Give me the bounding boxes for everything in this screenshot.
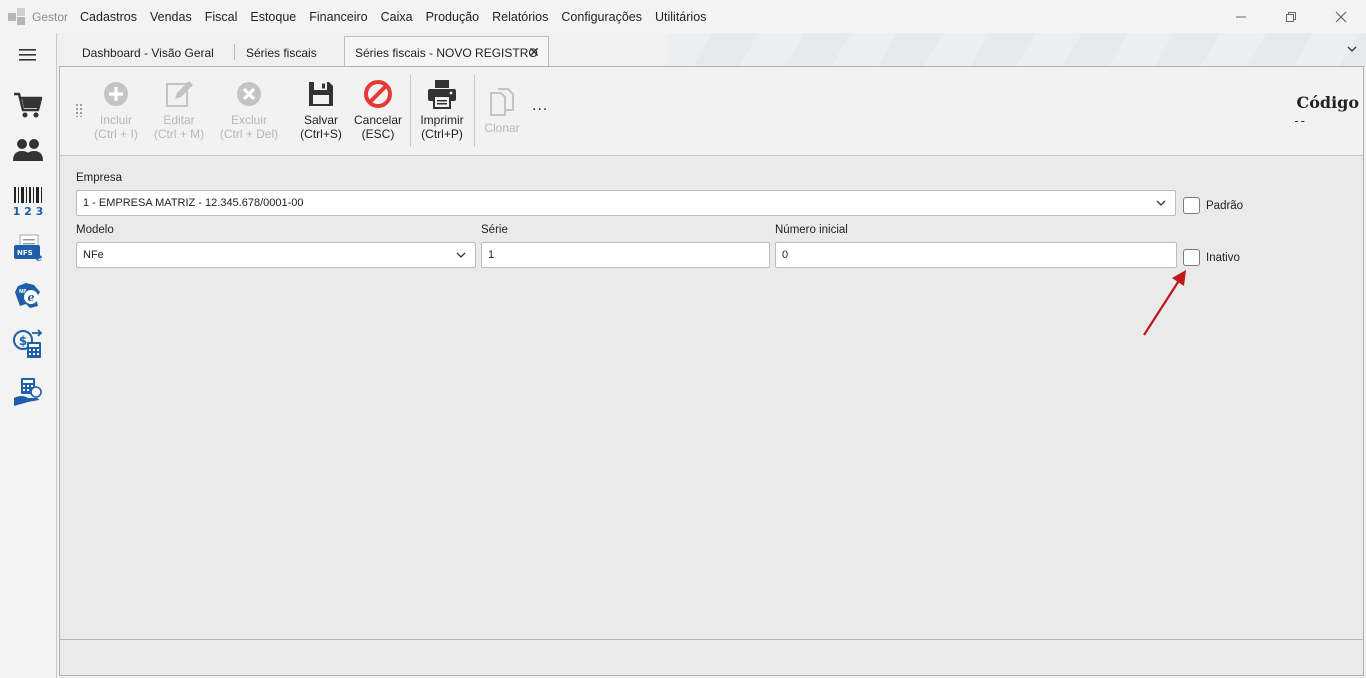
menu-fiscal[interactable]: Fiscal bbox=[205, 10, 238, 24]
nfe-icon: e NF bbox=[15, 283, 40, 308]
empresa-select[interactable]: 1 - EMPRESA MATRIZ - 12.345.678/0001-00 bbox=[76, 190, 1176, 216]
barcode-icon: 1 2 3 bbox=[13, 187, 44, 217]
incluir-button[interactable]: Incluir (Ctrl + I) bbox=[92, 79, 140, 141]
numero-inicial-value: 0 bbox=[782, 249, 789, 261]
hamburger-menu-icon bbox=[19, 49, 36, 61]
chevron-down-icon bbox=[1156, 200, 1166, 206]
padrao-checkbox[interactable] bbox=[1183, 197, 1200, 214]
money-calculator-icon: $ bbox=[13, 329, 43, 358]
menu-financeiro[interactable]: Financeiro bbox=[309, 10, 367, 24]
main-panel: Incluir (Ctrl + I) Editar (Ctrl + M) Exc… bbox=[59, 66, 1364, 676]
numero-inicial-label: Número inicial bbox=[775, 224, 848, 236]
inativo-label: Inativo bbox=[1206, 251, 1240, 264]
sidebar-item-caixa[interactable] bbox=[8, 372, 48, 412]
tab-series-fiscais-novo-registro[interactable]: Séries fiscais - NOVO REGISTRO ✕ bbox=[344, 36, 549, 68]
toolbar-separator bbox=[474, 75, 475, 147]
empresa-value: 1 - EMPRESA MATRIZ - 12.345.678/0001-00 bbox=[83, 197, 304, 209]
chevron-down-icon bbox=[456, 252, 466, 258]
tab-label: Séries fiscais - NOVO REGISTRO bbox=[355, 45, 538, 60]
annotation-arrow-icon bbox=[1143, 270, 1186, 336]
tab-dashboard[interactable]: Dashboard - Visão Geral bbox=[72, 38, 235, 67]
menu-producao[interactable]: Produção bbox=[426, 10, 480, 24]
x-circle-icon bbox=[237, 82, 261, 106]
people-icon bbox=[13, 139, 43, 161]
cancelar-button[interactable]: Cancelar (ESC) bbox=[352, 79, 404, 141]
app-name: Gestor bbox=[32, 9, 69, 24]
cart-icon bbox=[14, 92, 43, 118]
svg-text:NF: NF bbox=[19, 289, 27, 295]
plus-circle-icon bbox=[104, 82, 128, 106]
sidebar-item-vendas[interactable] bbox=[8, 85, 48, 125]
tab-bar: Dashboard - Visão Geral Séries fiscais S… bbox=[57, 33, 1366, 68]
edit-icon bbox=[166, 81, 193, 107]
more-options-button[interactable]: ... bbox=[532, 97, 548, 115]
sidebar-menu-button[interactable] bbox=[8, 35, 48, 75]
modelo-value: NFe bbox=[83, 249, 104, 261]
sidebar-item-financeiro[interactable]: $ bbox=[8, 324, 48, 364]
save-icon bbox=[309, 82, 333, 106]
printer-icon bbox=[428, 80, 456, 109]
tab-series-fiscais[interactable]: Séries fiscais bbox=[236, 38, 344, 67]
minimize-button[interactable] bbox=[1216, 0, 1266, 33]
padrao-label: Padrão bbox=[1206, 199, 1244, 212]
codigo-value: -- bbox=[1294, 113, 1307, 128]
menu-estoque[interactable]: Estoque bbox=[250, 10, 296, 24]
sidebar-item-nfe[interactable]: e NF bbox=[8, 276, 48, 316]
inativo-checkbox-group: Inativo bbox=[1183, 249, 1240, 266]
svg-text:1 2 3: 1 2 3 bbox=[13, 205, 44, 217]
toolbar-separator bbox=[410, 75, 411, 147]
menu-relatorios[interactable]: Relatórios bbox=[492, 10, 548, 24]
copy-icon bbox=[490, 88, 514, 116]
hand-calculator-icon bbox=[14, 378, 42, 406]
chevron-down-icon bbox=[1347, 46, 1357, 52]
modelo-label: Modelo bbox=[76, 224, 114, 236]
app-logo-icon bbox=[8, 7, 26, 26]
svg-text:$: $ bbox=[19, 334, 27, 348]
tab-separator bbox=[227, 44, 235, 60]
tab-label: Dashboard - Visão Geral bbox=[82, 45, 214, 60]
salvar-button[interactable]: Salvar (Ctrl+S) bbox=[296, 79, 346, 141]
empresa-label: Empresa bbox=[76, 172, 123, 184]
restore-button[interactable] bbox=[1266, 0, 1316, 33]
svg-text:NFS: NFS bbox=[17, 249, 33, 257]
sidebar-item-nfse[interactable]: NFS e bbox=[8, 229, 48, 269]
editar-button[interactable]: Editar (Ctrl + M) bbox=[151, 79, 207, 141]
toolbar: Incluir (Ctrl + I) Editar (Ctrl + M) Exc… bbox=[60, 67, 1363, 156]
imprimir-button[interactable]: Imprimir (Ctrl+P) bbox=[416, 79, 468, 141]
minimize-icon bbox=[1236, 16, 1246, 17]
tab-list-dropdown[interactable] bbox=[1346, 43, 1358, 57]
clonar-button[interactable]: Clonar bbox=[480, 79, 524, 135]
menu-caixa[interactable]: Caixa bbox=[381, 10, 413, 24]
sidebar: 1 2 3 NFS e e NF $ bbox=[0, 33, 57, 678]
numero-inicial-input[interactable]: 0 bbox=[775, 242, 1177, 268]
cancel-icon bbox=[364, 80, 392, 108]
tab-close-icon[interactable]: ✕ bbox=[528, 44, 540, 61]
inativo-checkbox[interactable] bbox=[1183, 249, 1200, 266]
svg-text:e: e bbox=[28, 291, 35, 304]
svg-text:e: e bbox=[36, 253, 42, 264]
status-bar bbox=[60, 639, 1363, 675]
close-window-button[interactable] bbox=[1316, 0, 1366, 33]
padrao-checkbox-group: Padrão bbox=[1183, 197, 1243, 214]
menu-cadastros[interactable]: Cadastros bbox=[80, 10, 137, 24]
close-icon bbox=[1335, 11, 1347, 22]
title-bar: Gestor Cadastros Vendas Fiscal Estoque F… bbox=[0, 0, 1366, 33]
menu-vendas[interactable]: Vendas bbox=[150, 10, 192, 24]
tab-label: Séries fiscais bbox=[246, 45, 317, 60]
serie-input[interactable]: 1 bbox=[481, 242, 770, 268]
restore-icon bbox=[1286, 11, 1296, 22]
codigo-label: Código bbox=[1296, 93, 1359, 112]
modelo-select[interactable]: NFe bbox=[76, 242, 476, 268]
menu-utilitarios[interactable]: Utilitários bbox=[655, 10, 706, 24]
excluir-button[interactable]: Excluir (Ctrl + Del) bbox=[218, 79, 280, 141]
menu-configuracoes[interactable]: Configurações bbox=[561, 10, 642, 24]
toolbar-grip-handle[interactable] bbox=[75, 103, 83, 117]
sidebar-item-clientes[interactable] bbox=[8, 131, 48, 171]
serie-label: Série bbox=[481, 224, 508, 236]
nfse-icon: NFS e bbox=[14, 234, 42, 264]
sidebar-item-produtos[interactable]: 1 2 3 bbox=[8, 181, 48, 221]
serie-value: 1 bbox=[488, 249, 495, 261]
